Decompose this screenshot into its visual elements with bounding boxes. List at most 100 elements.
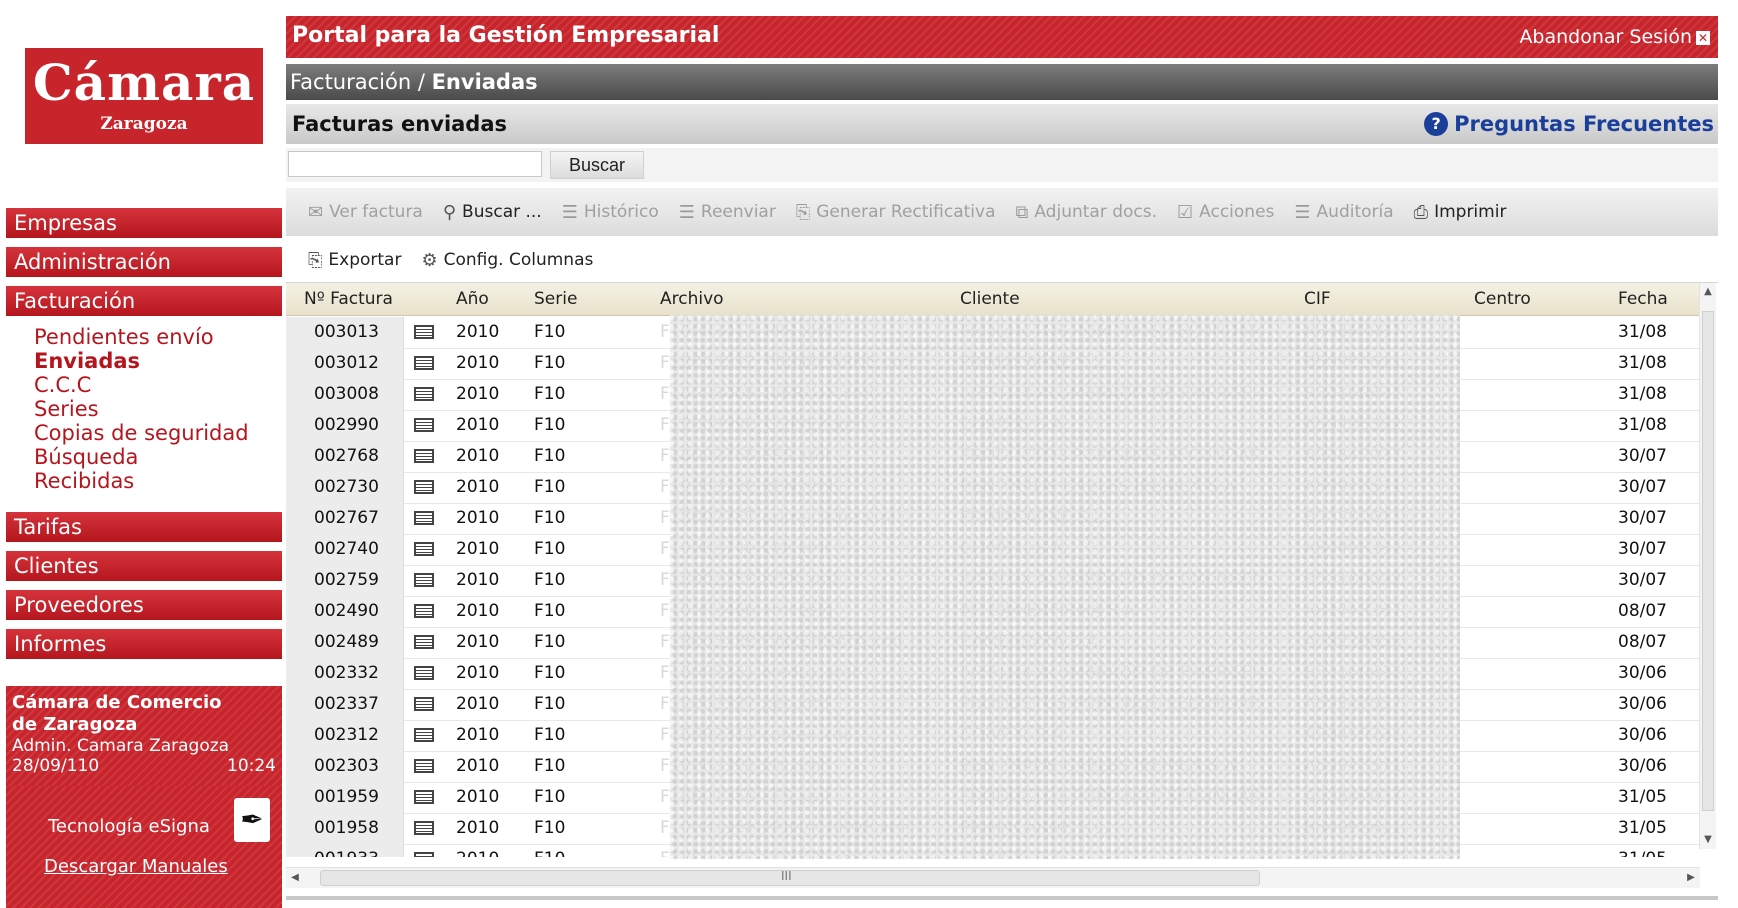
cell-centro <box>1444 379 1564 410</box>
row-detail-button[interactable] <box>404 689 446 720</box>
scroll-right-arrow-icon[interactable]: ▶ <box>1682 868 1700 888</box>
detail-list-icon <box>414 511 434 525</box>
submenu-item-recibidas[interactable]: Recibidas <box>34 469 249 493</box>
row-detail-button[interactable] <box>404 751 446 782</box>
table-row[interactable]: 001933 2010F10F10001933 COIVEX.xmlCOIVEX,… <box>286 844 1700 857</box>
row-detail-button[interactable] <box>404 596 446 627</box>
row-detail-button[interactable] <box>404 410 446 441</box>
horizontal-scrollbar[interactable]: ◀ III ▶ <box>286 867 1700 888</box>
cell-fecha: 31/05 <box>1618 818 1667 838</box>
menu-item-clientes[interactable]: Clientes <box>6 551 282 581</box>
table-row[interactable]: 003012 2010 F10 F10003012_PRIMACARNE.xml PRI… <box>286 348 1700 380</box>
toolbar-ver-factura-button[interactable]: ✉ Ver factura <box>308 202 423 223</box>
row-detail-button[interactable] <box>404 503 446 534</box>
cell-cliente: CAMERDATA S.A. <box>960 632 1103 652</box>
row-detail-button[interactable] <box>404 317 446 348</box>
toolbar-adjuntar-docs-button[interactable]: ⧉ Adjuntar docs. <box>1015 202 1157 223</box>
table-row[interactable]: 002303 2010 F10 F10002303 btc.xml BEN TRADE … <box>286 751 1700 783</box>
col-header-archivo[interactable]: Archivo <box>640 283 950 315</box>
toolbar-generar-rectificativa-button[interactable]: ⎘ Generar Rectificativa <box>796 202 996 223</box>
detail-list-icon <box>414 418 434 432</box>
row-detail-button[interactable] <box>404 813 446 844</box>
cell-serie: F10 <box>534 446 566 466</box>
search-button[interactable]: Buscar <box>550 151 644 179</box>
detail-list-icon <box>414 697 434 711</box>
row-detail-button[interactable] <box>404 658 446 689</box>
toolbar-acciones-button[interactable]: ☑ Acciones <box>1177 202 1274 223</box>
table-row[interactable]: 003008 2010 F10 F10003008_IVERLUX.xml IVERLU… <box>286 379 1700 411</box>
logout-label: Abandonar Sesión <box>1519 26 1692 48</box>
cell-archivo: F10002337 pps.xml <box>660 694 829 714</box>
grid-header: Nº Factura Año Serie Archivo Cliente CIF Centr… <box>286 283 1700 316</box>
export-button[interactable]: ⎘ Exportar <box>308 250 401 271</box>
horizontal-scroll-thumb[interactable]: III <box>320 869 1260 886</box>
breadcrumb-parent: Facturación / <box>290 70 432 94</box>
list-icon: ☰ <box>561 201 578 223</box>
row-detail-button[interactable] <box>404 534 446 565</box>
menu-item-proveedores[interactable]: Proveedores <box>6 590 282 620</box>
table-row[interactable]: 003013 2010 F10 F10003013_PPS.xml PRODUCTOS … <box>286 317 1700 349</box>
row-detail-button[interactable] <box>404 379 446 410</box>
toolbar-reenviar-button[interactable]: ☰ Reenviar <box>679 202 776 223</box>
detail-list-icon <box>414 449 434 463</box>
col-header-anio[interactable]: Año <box>446 283 524 315</box>
col-header-serie[interactable]: Serie <box>524 283 640 315</box>
submenu-item-series[interactable]: Series <box>34 397 249 421</box>
submenu-item-ccc[interactable]: C.C.C <box>34 373 249 397</box>
menu-item-tarifas[interactable]: Tarifas <box>6 512 282 542</box>
row-detail-button[interactable] <box>404 844 446 857</box>
logout-button[interactable]: Abandonar Sesión ✕ <box>1519 26 1710 48</box>
menu-item-facturacion[interactable]: Facturación <box>6 286 282 316</box>
table-row[interactable]: 002730 2010 F10 F10002730 BEN.xml BEN TRADE … <box>286 472 1700 504</box>
submenu-item-busqueda[interactable]: Búsqueda <box>34 445 249 469</box>
cell-anio: 2010 <box>456 725 500 745</box>
menu-item-informes[interactable]: Informes <box>6 629 282 659</box>
col-header-detail[interactable] <box>404 283 446 315</box>
col-header-fecha[interactable]: Fecha <box>1564 283 1700 315</box>
row-detail-button[interactable] <box>404 720 446 751</box>
table-row[interactable]: 001959 2010 F10 F10001959 PPS.xml PRODUCTOS … <box>286 782 1700 814</box>
table-row[interactable]: 002337 2010 F10 F10002337 pps.xml PRODUCTOS … <box>286 689 1700 721</box>
menu-item-empresas[interactable]: Empresas <box>6 208 282 238</box>
row-detail-button[interactable] <box>404 348 446 379</box>
scroll-up-arrow-icon[interactable]: ▲ <box>1700 283 1716 301</box>
vertical-scrollbar[interactable]: ▲ ▼ <box>1699 283 1716 849</box>
row-detail-button[interactable] <box>404 565 446 596</box>
col-header-centro[interactable]: Centro <box>1444 283 1564 315</box>
table-row[interactable]: 002332 2010 F10 F10002332 iverlux.xml IVERLU… <box>286 658 1700 690</box>
scroll-left-arrow-icon[interactable]: ◀ <box>286 868 304 888</box>
download-manuals-link[interactable]: Descargar Manuales <box>44 856 228 877</box>
menu-item-administracion[interactable]: Administración <box>6 247 282 277</box>
toolbar-auditoría-button[interactable]: ☰ Auditoría <box>1294 202 1393 223</box>
row-detail-button[interactable] <box>404 472 446 503</box>
table-row[interactable]: 001958 2010 F10 F10001958 PRIMACARNE.xml PRI… <box>286 813 1700 845</box>
actions-icon: ☑ <box>1177 201 1194 223</box>
table-row[interactable]: 002490 2010 F10 F10002490.xml.esig AC CAMERF… <box>286 596 1700 628</box>
toolbar-buscar-button[interactable]: ⚲ Buscar ... <box>443 202 542 223</box>
table-row[interactable]: 002312 2010 F10 F10002312 coivex.xml COIVEX,… <box>286 720 1700 752</box>
row-detail-button[interactable] <box>404 441 446 472</box>
col-header-num-factura[interactable]: Nº Factura <box>286 283 404 315</box>
table-row[interactable]: 002759 2010 F10 F10002759 IVER.xml IVERLUX A… <box>286 565 1700 597</box>
cell-num-factura: 003012 <box>286 348 404 379</box>
table-row[interactable]: 002768 2010 F10 F10002768 PPS.xml PRODUCTOS … <box>286 441 1700 473</box>
vertical-scroll-thumb[interactable] <box>1702 311 1714 811</box>
table-row[interactable]: 002767 2010 F10 F10002767 primacarne.xml PRI… <box>286 503 1700 535</box>
col-header-cif[interactable]: CIF <box>1294 283 1444 315</box>
config-columns-button[interactable]: ⚙ Config. Columnas <box>421 250 593 271</box>
submenu-item-copias[interactable]: Copias de seguridad <box>34 421 249 445</box>
col-header-cliente[interactable]: Cliente <box>950 283 1294 315</box>
submenu-item-enviadas[interactable]: Enviadas <box>34 349 249 373</box>
table-row[interactable]: 002990 2010 F10 F10002990_COIVEX.xml COIVEX,… <box>286 410 1700 442</box>
row-detail-button[interactable] <box>404 782 446 813</box>
faq-link[interactable]: ? Preguntas Frecuentes <box>1424 112 1714 136</box>
row-detail-button[interactable] <box>404 627 446 658</box>
toolbar-histórico-button[interactable]: ☰ Histórico <box>562 202 659 223</box>
search-input[interactable] <box>288 151 542 177</box>
table-row[interactable]: 002489 2010 F10 F10002489 CAMERDATA.xml CAME… <box>286 627 1700 659</box>
detail-list-icon <box>414 604 434 618</box>
scroll-down-arrow-icon[interactable]: ▼ <box>1700 831 1716 849</box>
table-row[interactable]: 002740 2010 F10 F10002740 COI.xml COIVEX, S.… <box>286 534 1700 566</box>
toolbar-imprimir-button[interactable]: ⎙ Imprimir <box>1414 202 1507 223</box>
submenu-item-pendientes[interactable]: Pendientes envío <box>34 325 249 349</box>
